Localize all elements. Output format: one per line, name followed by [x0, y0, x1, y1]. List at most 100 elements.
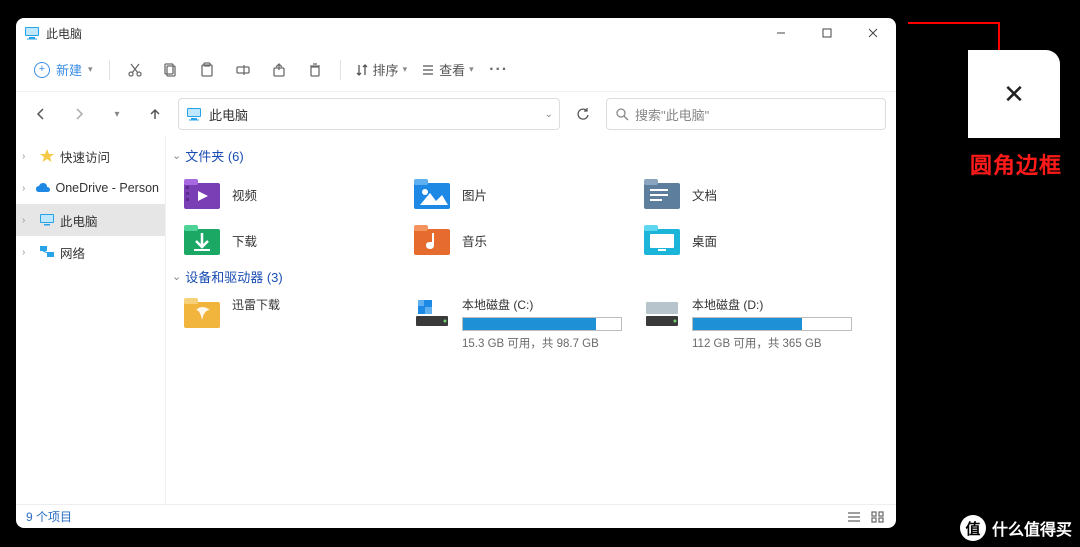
new-label: 新建: [56, 60, 82, 79]
arrow-horizontal: [908, 22, 998, 24]
sidebar-label: 网络: [60, 243, 85, 262]
recent-button[interactable]: ▾: [102, 99, 132, 129]
item-count: 9 个项目: [26, 508, 72, 525]
folder-desktop[interactable]: 桌面: [632, 217, 862, 263]
chevron-down-icon: ⌄: [172, 270, 181, 283]
pc-icon: [38, 211, 56, 229]
close-button[interactable]: [850, 18, 896, 48]
pictures-folder-icon: [412, 177, 452, 211]
folder-videos[interactable]: 视频: [172, 171, 402, 217]
paste-button[interactable]: [190, 53, 224, 87]
watermark-text: 什么值得买: [992, 516, 1072, 540]
devices-section-header[interactable]: ⌄ 设备和驱动器 (3): [172, 263, 896, 292]
folder-label: 桌面: [692, 231, 717, 250]
device-label: 本地磁盘 (D:): [692, 296, 852, 313]
delete-button[interactable]: [298, 53, 332, 87]
chevron-right-icon: ›: [22, 151, 34, 162]
plus-circle-icon: +: [34, 62, 50, 78]
watermark-badge: 值: [960, 515, 986, 541]
search-input[interactable]: 搜索"此电脑": [606, 98, 886, 130]
star-icon: [38, 147, 56, 165]
folders-section-title: 文件夹 (6): [185, 146, 244, 165]
device-drive-d[interactable]: 本地磁盘 (D:) 112 GB 可用，共 365 GB: [632, 292, 862, 363]
sidebar-item-network[interactable]: › 网络: [16, 236, 165, 268]
chevron-down-icon: ▾: [403, 64, 408, 75]
annotation-text: 圆角边框: [970, 148, 1062, 180]
devices-section-title: 设备和驱动器 (3): [185, 267, 283, 286]
chevron-right-icon: ›: [22, 215, 34, 226]
device-thunder[interactable]: 迅雷下载: [172, 292, 402, 363]
back-button[interactable]: [26, 99, 56, 129]
documents-folder-icon: [642, 177, 682, 211]
folder-pictures[interactable]: 图片: [402, 171, 632, 217]
explorer-window: 此电脑 + 新建 ▾ 排序 ▾ 查看 ▾ ···: [16, 18, 896, 528]
watermark: 值 什么值得买: [960, 515, 1072, 541]
up-button[interactable]: [140, 99, 170, 129]
statusbar: 9 个项目: [16, 504, 896, 528]
sidebar: › 快速访问 › OneDrive - Person › 此电脑 › 网络: [16, 136, 166, 504]
chevron-right-icon: ›: [22, 247, 34, 258]
pc-icon: [24, 25, 40, 41]
sort-button[interactable]: 排序 ▾: [349, 56, 414, 83]
folder-documents[interactable]: 文档: [632, 171, 862, 217]
rounded-corner-zoom: ✕: [968, 50, 1060, 138]
view-button[interactable]: 查看 ▾: [415, 56, 480, 83]
devices-grid: 迅雷下载 本地磁盘 (C:) 15.3 GB 可用，共 98.7 GB 本地磁盘…: [172, 292, 896, 363]
music-folder-icon: [412, 223, 452, 257]
share-button[interactable]: [262, 53, 296, 87]
chevron-down-icon[interactable]: ⌄: [545, 109, 553, 120]
drive-free-text: 112 GB 可用，共 365 GB: [692, 335, 852, 351]
device-drive-c[interactable]: 本地磁盘 (C:) 15.3 GB 可用，共 98.7 GB: [402, 292, 632, 363]
folder-label: 音乐: [462, 231, 487, 250]
maximize-button[interactable]: [804, 18, 850, 48]
folder-music[interactable]: 音乐: [402, 217, 632, 263]
sidebar-label: 快速访问: [60, 147, 110, 166]
minimize-button[interactable]: [758, 18, 804, 48]
folder-label: 文档: [692, 185, 717, 204]
cloud-icon: [35, 179, 51, 197]
sort-label: 排序: [373, 60, 399, 79]
address-bar[interactable]: 此电脑 ⌄: [178, 98, 560, 130]
folder-label: 图片: [462, 185, 487, 204]
network-icon: [38, 243, 56, 261]
refresh-button[interactable]: [568, 99, 598, 129]
view-label: 查看: [439, 60, 465, 79]
details-view-button[interactable]: [846, 510, 862, 524]
folder-label: 视频: [232, 185, 257, 204]
drive-d-icon: [642, 296, 682, 330]
drive-progress: [462, 317, 622, 331]
drive-progress-fill: [693, 318, 802, 330]
rename-button[interactable]: [226, 53, 260, 87]
drive-progress: [692, 317, 852, 331]
thunder-folder-icon: [182, 296, 222, 330]
toolbar: + 新建 ▾ 排序 ▾ 查看 ▾ ···: [16, 48, 896, 92]
close-icon: ✕: [1003, 79, 1025, 110]
sidebar-item-onedrive[interactable]: › OneDrive - Person: [16, 172, 165, 204]
sidebar-item-quick-access[interactable]: › 快速访问: [16, 140, 165, 172]
address-text: 此电脑: [209, 105, 539, 124]
folder-label: 下载: [232, 231, 257, 250]
forward-button[interactable]: [64, 99, 94, 129]
videos-folder-icon: [182, 177, 222, 211]
window-controls: [758, 18, 896, 48]
sidebar-item-this-pc[interactable]: › 此电脑: [16, 204, 165, 236]
sidebar-label: OneDrive - Person: [55, 181, 159, 195]
copy-button[interactable]: [154, 53, 188, 87]
folders-section-header[interactable]: ⌄ 文件夹 (6): [172, 142, 896, 171]
drive-free-text: 15.3 GB 可用，共 98.7 GB: [462, 335, 622, 351]
sort-icon: [355, 63, 369, 77]
list-icon: [421, 63, 435, 77]
drive-progress-fill: [463, 318, 596, 330]
chevron-right-icon: ›: [22, 183, 31, 194]
icons-view-button[interactable]: [870, 510, 886, 524]
chevron-down-icon: ⌄: [172, 149, 181, 162]
new-button[interactable]: + 新建 ▾: [26, 56, 101, 83]
navigation-bar: ▾ 此电脑 ⌄ 搜索"此电脑": [16, 92, 896, 136]
downloads-folder-icon: [182, 223, 222, 257]
cut-button[interactable]: [118, 53, 152, 87]
more-button[interactable]: ···: [482, 53, 516, 87]
titlebar: 此电脑: [16, 18, 896, 48]
pc-icon: [185, 107, 203, 121]
chevron-down-icon: ▾: [88, 64, 93, 75]
folder-downloads[interactable]: 下载: [172, 217, 402, 263]
